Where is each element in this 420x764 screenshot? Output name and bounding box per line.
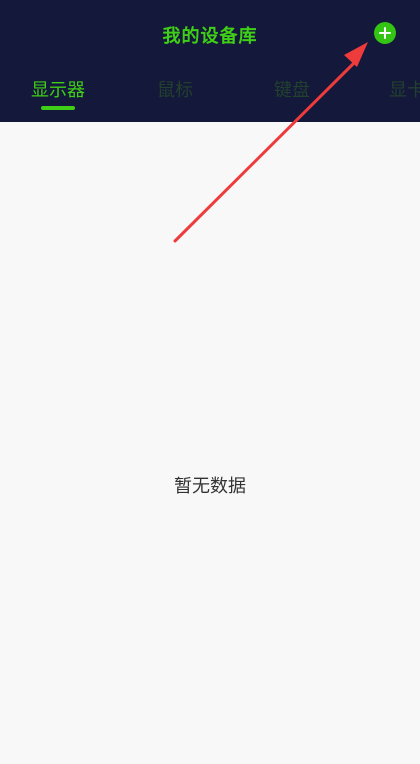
header-bar: 我的设备库 显示器 鼠标 键盘 显卡 <box>0 0 420 122</box>
tab-monitor[interactable]: 显示器 <box>31 74 85 110</box>
active-tab-indicator <box>41 106 75 110</box>
tab-graphics-card[interactable]: 显卡 <box>389 74 420 110</box>
page-title: 我的设备库 <box>162 26 258 47</box>
empty-state-text: 暂无数据 <box>174 476 246 497</box>
tab-mouse[interactable]: 鼠标 <box>157 74 193 110</box>
tab-keyboard[interactable]: 键盘 <box>274 74 310 110</box>
add-device-button[interactable] <box>374 22 396 44</box>
app-screen: 我的设备库 显示器 鼠标 键盘 显卡 暂无数据 <box>0 0 420 764</box>
